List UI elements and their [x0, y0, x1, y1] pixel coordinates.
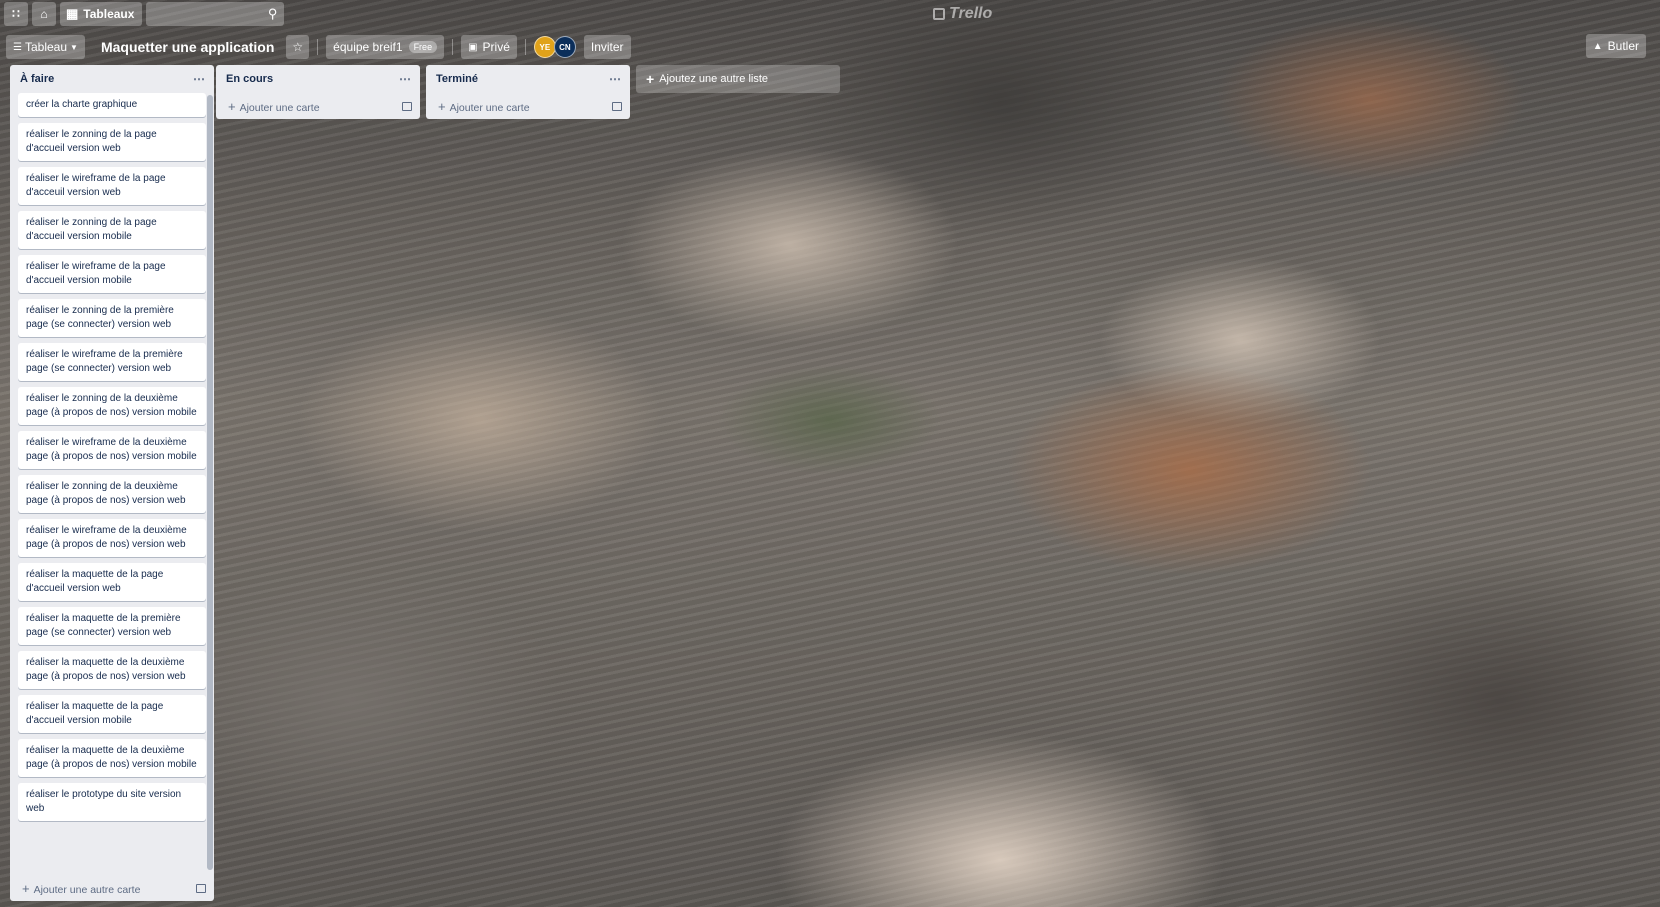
- card[interactable]: réaliser le zonning de la deuxième page …: [18, 387, 206, 425]
- list-todo: À faire ⋯ créer la charte graphique réali…: [10, 65, 214, 901]
- plus-icon: +: [438, 98, 446, 114]
- home-icon: ⌂: [40, 7, 48, 21]
- home-button[interactable]: ⌂: [32, 2, 56, 26]
- star-button[interactable]: ☆: [286, 35, 310, 59]
- card[interactable]: réaliser le prototype du site version we…: [18, 783, 206, 821]
- card[interactable]: réaliser le wireframe de la première pag…: [18, 343, 206, 381]
- board-view-icon: ☰: [13, 41, 22, 53]
- more-icon[interactable]: ⋯: [609, 72, 622, 86]
- lock-icon: ▣: [468, 41, 478, 53]
- visibility-button[interactable]: ▣ Privé: [461, 35, 517, 59]
- invite-button[interactable]: Inviter: [583, 35, 631, 59]
- card[interactable]: réaliser le wireframe de la deuxième pag…: [18, 519, 206, 557]
- top-bar: ∷ ⌂ ▦ Tableaux ⚲ Trello: [0, 0, 1660, 28]
- card[interactable]: réaliser la maquette de la page d'accuei…: [18, 695, 206, 733]
- plus-icon: +: [646, 71, 655, 87]
- plus-icon: +: [228, 98, 236, 114]
- add-card-button[interactable]: + Ajouter une carte: [426, 93, 630, 119]
- trello-logo-icon: [933, 8, 945, 20]
- list-header[interactable]: À faire ⋯: [10, 65, 214, 93]
- card[interactable]: réaliser le wireframe de la deuxième pag…: [18, 431, 206, 469]
- card[interactable]: réaliser la maquette de la deuxième page…: [18, 739, 206, 777]
- list-title[interactable]: À faire: [20, 73, 54, 85]
- card[interactable]: réaliser le zonning de la page d'accueil…: [18, 211, 206, 249]
- board-header: ☰ Tableau ▼ Maquetter une application ☆ …: [0, 34, 1660, 60]
- card-list: créer la charte graphique réaliser le zon…: [10, 93, 214, 875]
- scrollbar[interactable]: [207, 95, 213, 870]
- board-title[interactable]: Maquetter une application: [101, 39, 274, 55]
- grid-icon: ∷: [12, 7, 20, 21]
- member-avatar[interactable]: YE: [533, 36, 556, 58]
- plus-icon: +: [22, 880, 30, 896]
- card[interactable]: réaliser le wireframe de la page d'acceu…: [18, 167, 206, 205]
- list-in-progress: En cours ⋯ + Ajouter une carte: [216, 65, 420, 119]
- card[interactable]: créer la charte graphique: [18, 93, 206, 117]
- add-list-button[interactable]: + Ajoutez une autre liste: [636, 65, 840, 93]
- butler-button[interactable]: ▲ Butler: [1585, 34, 1646, 58]
- template-icon[interactable]: [402, 101, 412, 111]
- free-badge: Free: [408, 41, 438, 53]
- card[interactable]: réaliser le zonning de la première page …: [18, 299, 206, 337]
- boards-label: Tableaux: [83, 7, 135, 21]
- card[interactable]: réaliser le zonning de la deuxième page …: [18, 475, 206, 513]
- card[interactable]: réaliser le wireframe de la page d'accue…: [18, 255, 206, 293]
- divider: [317, 39, 319, 55]
- card[interactable]: réaliser la maquette de la deuxième page…: [18, 651, 206, 689]
- more-icon[interactable]: ⋯: [399, 72, 412, 86]
- member-avatar[interactable]: CN: [553, 36, 576, 58]
- list-title[interactable]: Terminé: [436, 73, 478, 85]
- search-input[interactable]: ⚲: [146, 2, 285, 26]
- template-icon[interactable]: [612, 101, 622, 111]
- list-header[interactable]: Terminé ⋯: [426, 65, 630, 93]
- board-icon: ▦: [66, 6, 79, 21]
- butler-icon: ▲: [1592, 40, 1603, 52]
- template-icon[interactable]: [196, 883, 206, 893]
- add-card-button[interactable]: + Ajouter une carte: [216, 93, 420, 119]
- star-icon: ☆: [292, 40, 304, 54]
- list-done: Terminé ⋯ + Ajouter une carte: [426, 65, 630, 119]
- team-button[interactable]: équipe breif1 Free: [326, 35, 445, 59]
- card[interactable]: réaliser la maquette de la première page…: [18, 607, 206, 645]
- divider: [524, 39, 526, 55]
- card[interactable]: réaliser la maquette de la page d'accuei…: [18, 563, 206, 601]
- divider: [452, 39, 454, 55]
- view-switcher-button[interactable]: ☰ Tableau ▼: [6, 35, 85, 59]
- list-title[interactable]: En cours: [226, 73, 273, 85]
- trello-logo[interactable]: Trello: [933, 5, 992, 23]
- boards-button[interactable]: ▦ Tableaux: [60, 2, 143, 26]
- search-icon: ⚲: [267, 6, 278, 21]
- add-card-button[interactable]: + Ajouter une autre carte: [10, 875, 214, 901]
- card[interactable]: réaliser le zonning de la page d'accueil…: [18, 123, 206, 161]
- apps-button[interactable]: ∷: [4, 2, 28, 26]
- more-icon[interactable]: ⋯: [193, 72, 206, 86]
- list-header[interactable]: En cours ⋯: [216, 65, 420, 93]
- chevron-down-icon: ▼: [70, 42, 78, 52]
